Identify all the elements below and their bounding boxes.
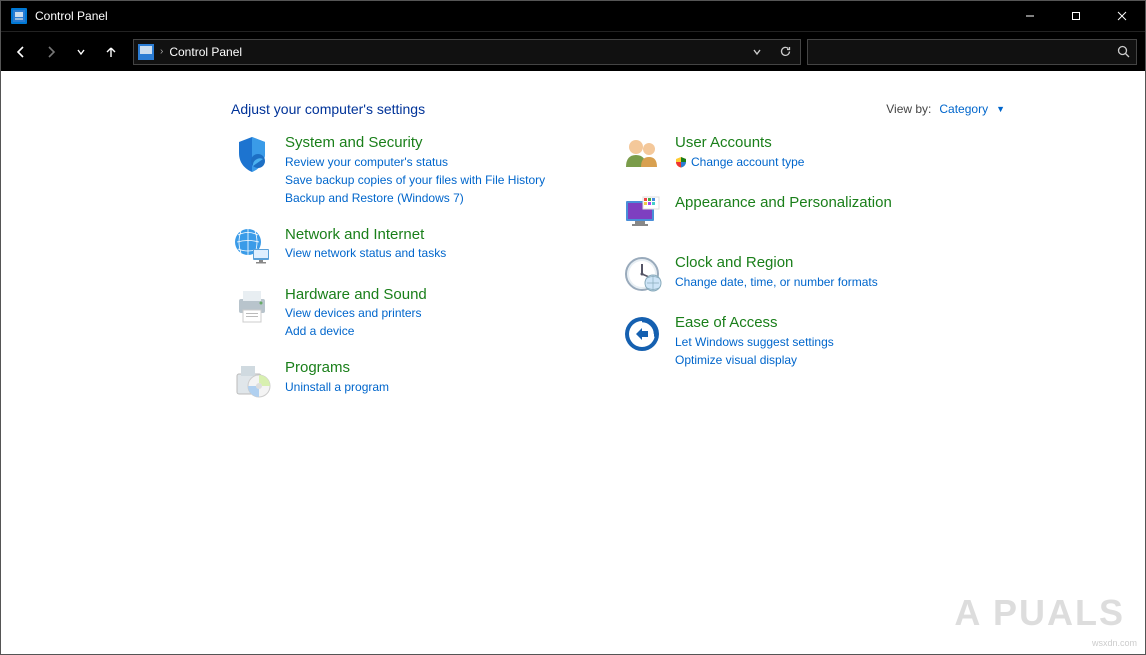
task-link[interactable]: Add a device — [285, 322, 427, 340]
category-appearance: Appearance and Personalization — [621, 193, 951, 235]
category-link[interactable]: System and Security — [285, 133, 545, 153]
address-icon — [138, 44, 154, 60]
category-user-accounts: User Accounts Change account type — [621, 133, 951, 175]
task-link[interactable]: View devices and printers — [285, 304, 427, 322]
task-link-text: Change account type — [691, 153, 804, 171]
minimize-button[interactable] — [1007, 1, 1053, 31]
window-frame: Control Panel › Control Panel — [0, 0, 1146, 655]
task-link[interactable]: Let Windows suggest settings — [675, 333, 834, 351]
address-history-button[interactable] — [746, 41, 768, 63]
task-link[interactable]: Change account type — [675, 153, 804, 171]
search-input[interactable] — [814, 45, 1117, 59]
titlebar: Control Panel — [1, 1, 1145, 31]
printer-icon — [231, 285, 273, 327]
category-network-internet: Network and Internet View network status… — [231, 225, 561, 267]
search-icon[interactable] — [1117, 45, 1130, 58]
content-area: Adjust your computer's settings View by:… — [1, 71, 1145, 654]
globe-icon — [231, 225, 273, 267]
disc-icon — [231, 358, 273, 400]
search-box[interactable] — [807, 39, 1137, 65]
category-programs: Programs Uninstall a program — [231, 358, 561, 400]
category-column-right: User Accounts Change account type — [621, 133, 951, 418]
category-link[interactable]: Network and Internet — [285, 225, 446, 245]
category-clock-region: Clock and Region Change date, time, or n… — [621, 253, 951, 295]
category-column-left: System and Security Review your computer… — [231, 133, 561, 418]
close-button[interactable] — [1099, 1, 1145, 31]
category-link[interactable]: User Accounts — [675, 133, 804, 153]
shield-icon — [231, 133, 273, 175]
category-link[interactable]: Ease of Access — [675, 313, 834, 333]
address-bar[interactable]: › Control Panel — [133, 39, 801, 65]
task-link[interactable]: Optimize visual display — [675, 351, 834, 369]
refresh-button[interactable] — [774, 41, 796, 63]
forward-button[interactable] — [39, 40, 63, 64]
task-link[interactable]: View network status and tasks — [285, 244, 446, 262]
task-link[interactable]: Save backup copies of your files with Fi… — [285, 171, 545, 189]
toolbar: › Control Panel — [1, 31, 1145, 71]
view-by-selector[interactable]: View by: Category ▼ — [886, 102, 1005, 116]
control-panel-icon — [11, 8, 27, 24]
view-by-value: Category — [939, 102, 988, 116]
window-title: Control Panel — [35, 9, 1007, 23]
chevron-right-icon: › — [160, 46, 163, 57]
category-ease-of-access: Ease of Access Let Windows suggest setti… — [621, 313, 951, 369]
category-hardware-sound: Hardware and Sound View devices and prin… — [231, 285, 561, 341]
monitor-icon — [621, 193, 663, 235]
task-link[interactable]: Change date, time, or number formats — [675, 273, 878, 291]
breadcrumb-item[interactable]: Control Panel — [169, 45, 242, 59]
task-link[interactable]: Backup and Restore (Windows 7) — [285, 189, 545, 207]
category-link[interactable]: Appearance and Personalization — [675, 193, 892, 213]
task-link[interactable]: Review your computer's status — [285, 153, 545, 171]
users-icon — [621, 133, 663, 175]
recent-locations-button[interactable] — [69, 40, 93, 64]
back-button[interactable] — [9, 40, 33, 64]
maximize-button[interactable] — [1053, 1, 1099, 31]
page-title: Adjust your computer's settings — [231, 101, 886, 117]
view-by-label: View by: — [886, 102, 931, 116]
category-link[interactable]: Programs — [285, 358, 389, 378]
task-link[interactable]: Uninstall a program — [285, 378, 389, 396]
category-system-security: System and Security Review your computer… — [231, 133, 561, 207]
chevron-down-icon: ▼ — [996, 104, 1005, 114]
up-button[interactable] — [99, 40, 123, 64]
uac-shield-icon — [675, 156, 687, 168]
watermark: A PUALS — [954, 592, 1125, 634]
watermark-sub: wsxdn.com — [1092, 638, 1137, 648]
ease-of-access-icon — [621, 313, 663, 355]
clock-icon — [621, 253, 663, 295]
category-link[interactable]: Hardware and Sound — [285, 285, 427, 305]
category-link[interactable]: Clock and Region — [675, 253, 878, 273]
